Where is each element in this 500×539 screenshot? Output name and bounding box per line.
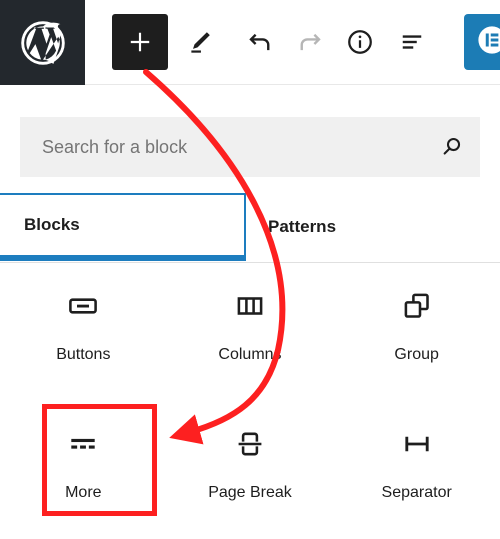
search-input[interactable]: [20, 136, 424, 158]
undo-arrow-icon: [245, 27, 275, 57]
redo-arrow-icon: [295, 27, 325, 57]
inserter-tabs: Blocks Patterns: [0, 193, 500, 263]
buttons-icon: [65, 280, 101, 332]
list-view-button[interactable]: [384, 14, 440, 70]
block-label-more: More: [65, 484, 102, 501]
block-label-columns: Columns: [218, 346, 282, 363]
elementor-button[interactable]: [464, 14, 500, 70]
search-block-field[interactable]: [20, 117, 480, 177]
block-type-grid: Buttons Columns Group More Page Break Se…: [0, 268, 500, 518]
tools-edit-button[interactable]: [172, 14, 228, 70]
search-icon[interactable]: [424, 119, 480, 175]
tab-patterns[interactable]: Patterns: [252, 193, 500, 261]
block-item-page-break[interactable]: Page Break: [167, 406, 334, 518]
block-label-separator: Separator: [381, 484, 452, 501]
tab-patterns-label: Patterns: [268, 217, 337, 236]
pencil-icon: [186, 28, 214, 56]
block-label-page-break: Page Break: [208, 484, 292, 501]
block-item-separator[interactable]: Separator: [333, 406, 500, 518]
wordpress-logo-button[interactable]: [0, 0, 85, 85]
more-icon: [65, 418, 101, 470]
block-item-more[interactable]: More: [0, 406, 167, 518]
info-circle-icon: [345, 27, 375, 57]
elementor-icon: [475, 23, 500, 62]
plus-icon: [127, 29, 153, 55]
tab-blocks[interactable]: Blocks: [0, 193, 246, 261]
document-outline-icon: [397, 27, 427, 57]
details-button[interactable]: [332, 14, 388, 70]
add-block-button[interactable]: [112, 14, 168, 70]
group-icon: [399, 280, 435, 332]
block-item-buttons[interactable]: Buttons: [0, 268, 167, 380]
page-break-icon: [232, 418, 268, 470]
block-item-columns[interactable]: Columns: [167, 268, 334, 380]
wordpress-icon: [20, 20, 66, 66]
redo-button[interactable]: [282, 14, 338, 70]
editor-toolbar: [0, 0, 500, 85]
undo-button[interactable]: [232, 14, 288, 70]
block-label-group: Group: [394, 346, 439, 363]
separator-icon: [399, 418, 435, 470]
block-label-buttons: Buttons: [56, 346, 111, 363]
block-item-group[interactable]: Group: [333, 268, 500, 380]
tab-blocks-label: Blocks: [24, 215, 80, 234]
columns-icon: [232, 280, 268, 332]
block-inserter-screen: Blocks Patterns Buttons Columns: [0, 0, 500, 534]
